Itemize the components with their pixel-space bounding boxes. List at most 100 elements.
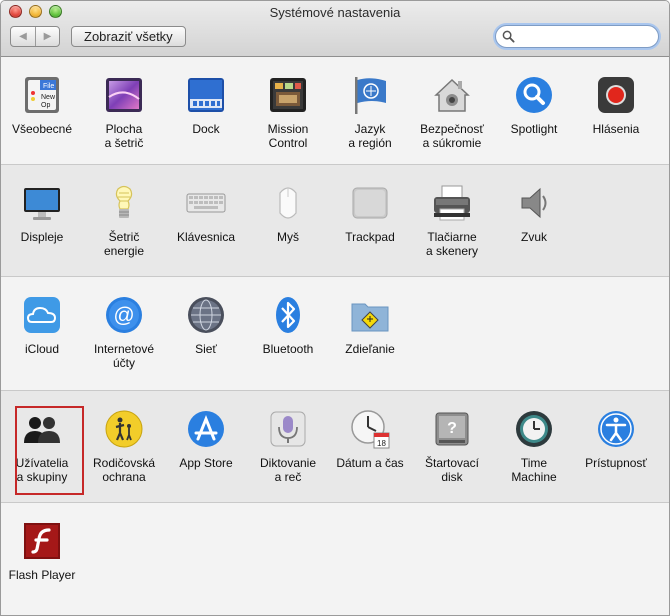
startup-disk-icon: ?: [432, 409, 472, 449]
general-icon: File New Op: [22, 75, 62, 115]
calendar-day-text: 18: [377, 439, 386, 448]
trackpad-icon: [350, 183, 390, 223]
svg-text:File: File: [43, 83, 54, 90]
pane-appstore[interactable]: App Store: [165, 409, 247, 470]
parental-controls-icon: [104, 409, 144, 449]
pane-desktop[interactable]: Plocha a šetrič: [83, 75, 165, 150]
pane-security[interactable]: Bezpečnosť a súkromie: [411, 75, 493, 150]
pane-label: Rodičovská ochrana: [92, 456, 156, 484]
keyboard-icon: [186, 183, 226, 223]
pane-keyboard[interactable]: Klávesnica: [165, 183, 247, 244]
pane-mouse[interactable]: Myš: [247, 183, 329, 244]
preferences-section: Užívatelia a skupiny Rodičovská ochrana Ap…: [1, 391, 669, 503]
pane-label: Dátum a čas: [336, 456, 404, 470]
pane-label: Štartovací disk: [424, 456, 480, 484]
pane-accessibility[interactable]: Prístupnosť: [575, 409, 657, 470]
language-flag-icon: [350, 75, 390, 115]
pane-dock[interactable]: Dock: [165, 75, 247, 136]
pane-icloud[interactable]: iCloud: [1, 295, 83, 356]
forward-button[interactable]: ▶: [35, 27, 59, 46]
network-globe-icon: [186, 295, 226, 335]
pane-energy[interactable]: Šetrič energie: [83, 183, 165, 258]
pane-label: Sieť: [195, 342, 217, 356]
pane-label: Mission Control: [267, 122, 309, 150]
pane-network[interactable]: Sieť: [165, 295, 247, 356]
pane-label: Zvuk: [520, 230, 547, 244]
accessibility-icon: [596, 409, 636, 449]
pane-language[interactable]: Jazyk a región: [329, 75, 411, 150]
printer-icon: [432, 183, 472, 223]
pane-label: Klávesnica: [176, 230, 236, 244]
pane-label: Internetové účty: [93, 342, 155, 370]
pane-users[interactable]: Užívatelia a skupiny: [1, 409, 83, 484]
show-all-button[interactable]: Zobraziť všetky: [71, 26, 186, 47]
pane-parental[interactable]: Rodičovská ochrana: [83, 409, 165, 484]
svg-text:@: @: [113, 304, 134, 327]
toolbar: Systémové nastavenia ◀ ▶ Zobraziť všetky: [1, 1, 669, 57]
pane-displays[interactable]: Displeje: [1, 183, 83, 244]
mouse-icon: [268, 183, 308, 223]
pane-label: Time Machine: [511, 456, 557, 484]
pane-sharing[interactable]: Zdieľanie: [329, 295, 411, 356]
pane-label: Jazyk a región: [348, 122, 392, 150]
pane-label: Všeobecné: [11, 122, 73, 136]
preferences-section: File New Op Všeobecné Plocha a šetrič Dock Mis…: [1, 57, 669, 165]
mission-control-icon: [268, 75, 308, 115]
notifications-icon: [596, 75, 636, 115]
search-icon: [502, 30, 515, 43]
search-field[interactable]: [495, 25, 659, 48]
back-button[interactable]: ◀: [11, 27, 35, 46]
preferences-content: File New Op Všeobecné Plocha a šetrič Dock Mis…: [1, 57, 669, 615]
flash-player-icon: [22, 521, 62, 561]
display-icon: [22, 183, 62, 223]
pane-flash[interactable]: Flash Player: [1, 521, 83, 582]
pane-label: Užívatelia a skupiny: [15, 456, 69, 484]
pane-label: App Store: [179, 456, 233, 470]
pane-printers[interactable]: Tlačiarne a skenery: [411, 183, 493, 258]
pane-bluetooth[interactable]: Bluetooth: [247, 295, 329, 356]
pane-label: Plocha a šetrič: [104, 122, 144, 150]
svg-text:New: New: [41, 94, 56, 101]
preferences-section: Displeje Šetrič energie Klávesnica Myš Track…: [1, 165, 669, 277]
dock-icon: [186, 75, 226, 115]
pane-label: Dock: [192, 122, 220, 136]
preferences-section: iCloud @ Internetové účty Sieť Bluetooth Zdie…: [1, 277, 669, 391]
pane-label: Zdieľanie: [345, 342, 395, 356]
pane-datetime[interactable]: 18 Dátum a čas: [329, 409, 411, 470]
bluetooth-icon: [268, 295, 308, 335]
pane-label: Šetrič energie: [103, 230, 145, 258]
pane-label: Bezpečnosť a súkromie: [420, 122, 484, 150]
svg-text:?: ?: [447, 420, 457, 437]
pane-internet[interactable]: @ Internetové účty: [83, 295, 165, 370]
sharing-folder-icon: [350, 295, 390, 335]
pane-sound[interactable]: Zvuk: [493, 183, 575, 244]
clock-calendar-icon: 18: [350, 409, 390, 449]
pane-label: Trackpad: [345, 230, 395, 244]
internet-accounts-icon: @: [104, 295, 144, 335]
pane-dictation[interactable]: Diktovanie a reč: [247, 409, 329, 484]
pane-label: Prístupnosť: [585, 456, 647, 470]
pane-mission[interactable]: Mission Control: [247, 75, 329, 150]
pane-notifications[interactable]: Hlásenia: [575, 75, 657, 136]
lightbulb-icon: [104, 183, 144, 223]
search-input[interactable]: [518, 29, 648, 44]
pane-spotlight[interactable]: Spotlight: [493, 75, 575, 136]
svg-text:Op: Op: [41, 102, 50, 109]
pane-label: Diktovanie a reč: [259, 456, 317, 484]
pane-startup[interactable]: ? Štartovací disk: [411, 409, 493, 484]
time-machine-icon: [514, 409, 554, 449]
app-store-icon: [186, 409, 226, 449]
pane-label: Hlásenia: [592, 122, 640, 136]
pane-label: iCloud: [24, 342, 60, 356]
security-house-icon: [432, 75, 472, 115]
pane-label: Bluetooth: [262, 342, 314, 356]
microphone-icon: [268, 409, 308, 449]
users-groups-icon: [22, 409, 62, 449]
pane-label: Myš: [277, 230, 299, 244]
pane-label: Flash Player: [8, 568, 76, 582]
pane-timemachine[interactable]: Time Machine: [493, 409, 575, 484]
spotlight-icon: [514, 75, 554, 115]
speaker-icon: [514, 183, 554, 223]
pane-general[interactable]: File New Op Všeobecné: [1, 75, 83, 136]
pane-trackpad[interactable]: Trackpad: [329, 183, 411, 244]
